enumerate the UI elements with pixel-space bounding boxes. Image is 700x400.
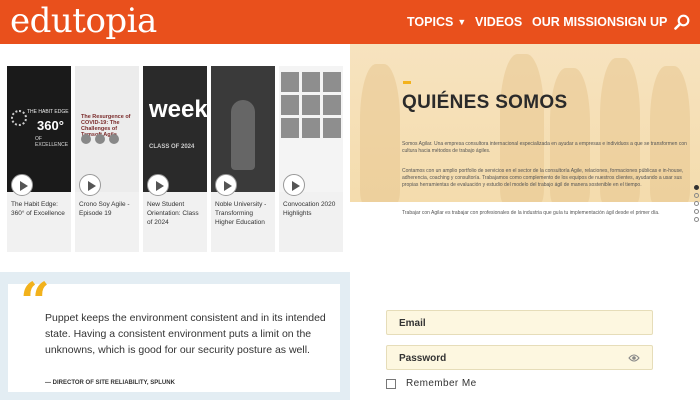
video-card[interactable]: The Resurgence of COVID-19: The Challeng…	[75, 66, 139, 252]
remember-me-checkbox[interactable]	[386, 378, 396, 389]
video-thumbnail	[279, 66, 343, 192]
speaker-photo	[231, 100, 255, 170]
carousel-dot[interactable]	[694, 193, 699, 198]
video-caption[interactable]: The Habit Edge: 360° of Excellence	[11, 200, 69, 218]
remember-me-label: Remember Me	[406, 378, 477, 389]
video-caption[interactable]: Noble University - Transforming Higher E…	[215, 200, 273, 227]
carousel-dot[interactable]	[694, 217, 699, 222]
about-paragraph: Contamos con un amplio portfolio de serv…	[402, 168, 684, 188]
email-field[interactable]: Email	[386, 310, 653, 335]
video-thumbnail: The Resurgence of COVID-19: The Challeng…	[75, 66, 139, 192]
password-label: Password	[399, 353, 447, 364]
nav-sign-up[interactable]: SIGN UP	[616, 0, 667, 44]
email-label: Email	[399, 318, 426, 329]
search-button[interactable]	[674, 0, 690, 44]
search-icon	[674, 14, 690, 30]
video-caption[interactable]: Crono Soy Agile - Episode 19	[79, 200, 137, 218]
about-section: QUIÉNES SOMOS Somos Agilar. Una empresa …	[350, 44, 700, 250]
thumbnail-text: THE HABIT EDGE	[27, 109, 69, 115]
login-form: Email Password Remember Me	[350, 272, 700, 400]
speaker-avatars	[81, 134, 119, 144]
video-card[interactable]: THE HABIT EDGE 360° OF EXCELLENCE The Ha…	[7, 66, 71, 252]
chevron-down-icon: ▼	[457, 17, 467, 27]
video-card[interactable]: Noble University - Transforming Higher E…	[211, 66, 275, 252]
video-caption[interactable]: New Student Orientation: Class of 2024	[147, 200, 205, 227]
video-thumbnail: week CLASS OF 2024	[143, 66, 207, 192]
section-title: QUIÉNES SOMOS	[402, 92, 568, 113]
testimonial-text: Puppet keeps the environment consistent …	[45, 312, 326, 356]
thumbnail-text: week	[149, 96, 207, 123]
play-icon[interactable]	[147, 174, 169, 196]
eye-icon[interactable]	[628, 353, 640, 363]
play-icon[interactable]	[283, 174, 305, 196]
edutopia-logo[interactable]: edutopia	[10, 2, 157, 40]
testimonial-section: “ Puppet keeps the environment consisten…	[0, 272, 350, 400]
about-paragraph: Somos Agilar. Una empresa consultora int…	[402, 141, 687, 154]
testimonial-attribution: — DIRECTOR OF SITE RELIABILITY, SPLUNK	[45, 380, 175, 386]
video-thumbnail: THE HABIT EDGE 360° OF EXCELLENCE	[7, 66, 71, 192]
video-card[interactable]: Convocation 2020 Highlights	[279, 66, 343, 252]
carousel-dot[interactable]	[694, 201, 699, 206]
thumbnail-text: 360°	[37, 118, 64, 133]
video-thumbnail	[211, 66, 275, 192]
carousel-dots	[694, 185, 700, 225]
remember-me[interactable]: Remember Me	[386, 378, 477, 389]
video-card[interactable]: week CLASS OF 2024 New Student Orientati…	[143, 66, 207, 252]
laurel-icon	[11, 110, 27, 126]
video-caption[interactable]: Convocation 2020 Highlights	[283, 200, 341, 218]
nav-videos[interactable]: VIDEOS	[475, 0, 522, 44]
nav-topics[interactable]: TOPICS ▼	[407, 0, 466, 44]
top-navigation-bar: edutopia TOPICS ▼ VIDEOS OUR MISSION SIG…	[0, 0, 700, 44]
video-cards-panel: THE HABIT EDGE 360° OF EXCELLENCE The Ha…	[0, 44, 350, 252]
nav-our-mission[interactable]: OUR MISSION	[532, 0, 616, 44]
carousel-dot[interactable]	[694, 209, 699, 214]
password-field[interactable]: Password	[386, 345, 653, 370]
play-icon[interactable]	[11, 174, 33, 196]
play-icon[interactable]	[215, 174, 237, 196]
thumbnail-text: CLASS OF 2024	[149, 144, 195, 150]
about-paragraph: Trabajar con Agilar es trabajar con prof…	[402, 210, 660, 216]
thumbnail-text: OF EXCELLENCE	[35, 136, 69, 148]
photo-collage	[281, 72, 341, 138]
title-accent-bar	[403, 81, 411, 84]
testimonial-card: “ Puppet keeps the environment consisten…	[8, 272, 340, 392]
carousel-dot[interactable]	[694, 185, 699, 190]
play-icon[interactable]	[79, 174, 101, 196]
nav-topics-label: TOPICS	[407, 15, 454, 29]
